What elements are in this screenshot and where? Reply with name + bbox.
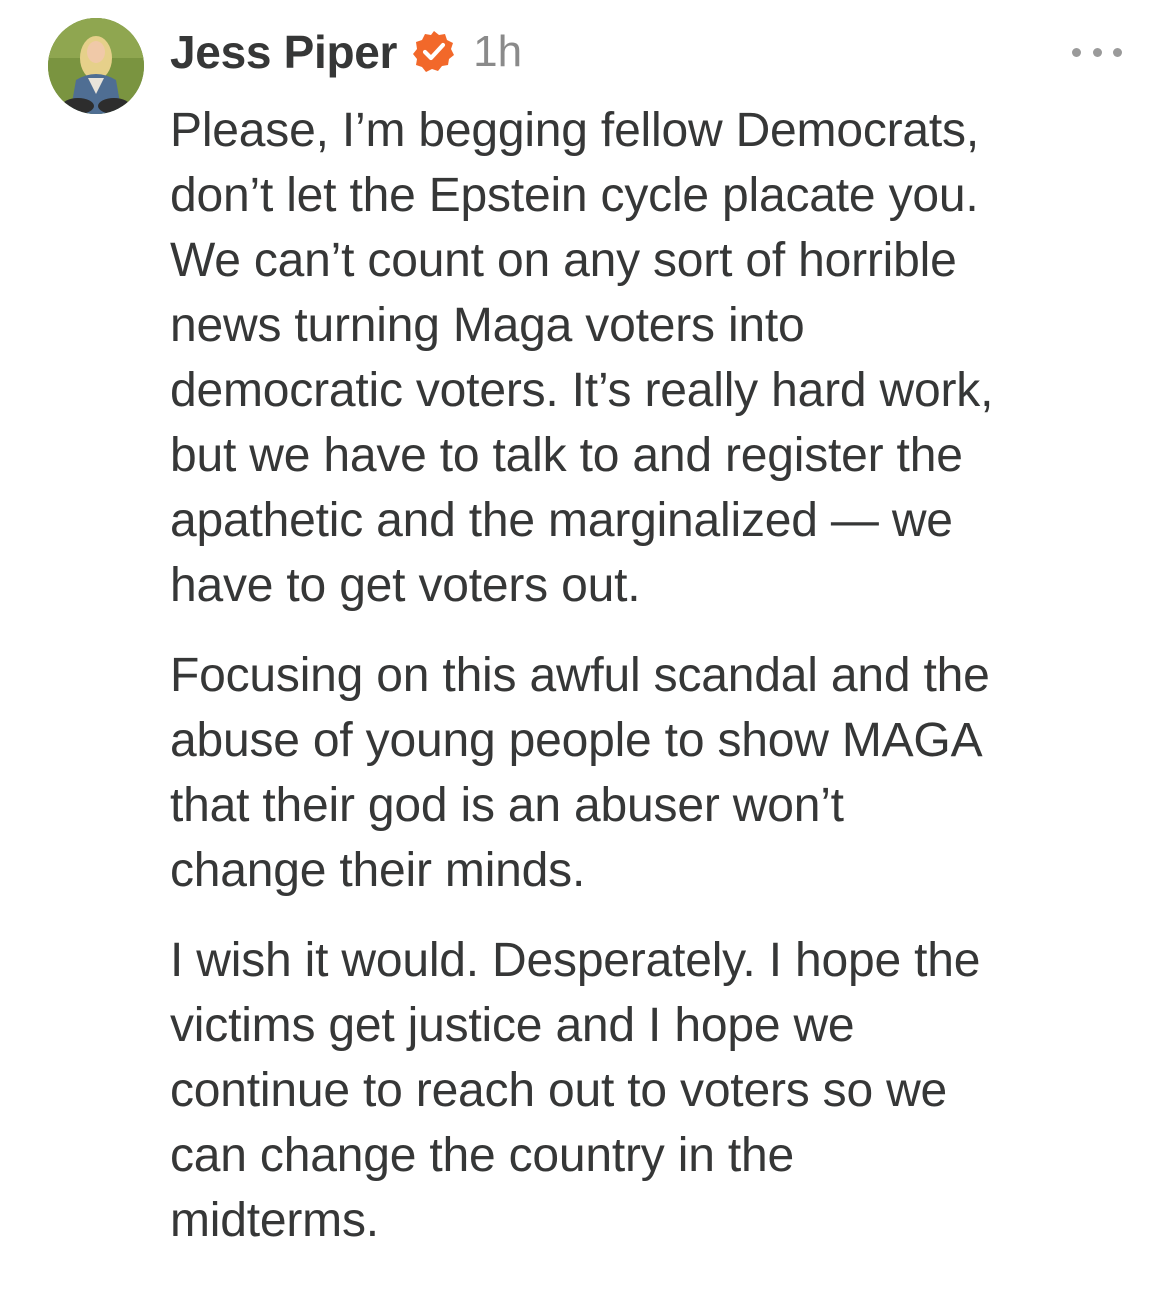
post-paragraph: I wish it would. Desperately. I hope the… — [170, 928, 1130, 1253]
post-text-line: victims get justice and I hope we — [170, 999, 855, 1052]
post-text-line: Please, I’m begging fellow Democrats, — [170, 104, 979, 157]
post-text-line: apathetic and the marginalized — we — [170, 494, 953, 547]
more-options-icon[interactable] — [1072, 40, 1122, 64]
avatar[interactable] — [48, 18, 144, 114]
post-text-line: continue to reach out to voters so we — [170, 1064, 948, 1117]
post-text-line: change their minds. — [170, 844, 586, 897]
post-time: 1h — [473, 27, 523, 76]
post-text-line: midterms. — [170, 1194, 379, 1247]
post-text-line: don’t let the Epstein cycle placate you. — [170, 169, 979, 222]
post-text-line: can change the country in the — [170, 1129, 794, 1182]
post-paragraph: Focusing on this awful scandal and the a… — [170, 643, 1130, 903]
more-dot — [1113, 47, 1122, 57]
post-text-line: abuse of young people to show MAGA — [170, 714, 983, 767]
more-dot — [1072, 47, 1081, 57]
more-dot — [1092, 47, 1102, 57]
post-text-line: have to get voters out. — [170, 559, 641, 612]
post-text-line: news turning Maga voters into — [170, 299, 805, 352]
post-body: Please, I’m begging fellow Democrats, do… — [170, 98, 1130, 1278]
post-text-line: We can’t count on any sort of horrible — [170, 234, 957, 287]
post-text-line: I wish it would. Desperately. I hope the — [170, 934, 981, 987]
verified-badge-icon — [411, 29, 457, 75]
post-text-line: Focusing on this awful scandal and the — [170, 649, 990, 702]
post-text-line: but we have to talk to and register the — [170, 429, 963, 482]
post-paragraph: Please, I’m begging fellow Democrats, do… — [170, 98, 1130, 618]
post-text-line: that their god is an abuser won’t — [170, 779, 844, 832]
avatar-image — [48, 18, 144, 114]
post: Jess Piper 1h Please, I’m begging fellow… — [0, 0, 1170, 1298]
post-text-line: democratic voters. It’s really hard work… — [170, 364, 994, 417]
post-header: Jess Piper 1h — [170, 24, 522, 80]
author-name[interactable]: Jess Piper — [170, 25, 397, 79]
